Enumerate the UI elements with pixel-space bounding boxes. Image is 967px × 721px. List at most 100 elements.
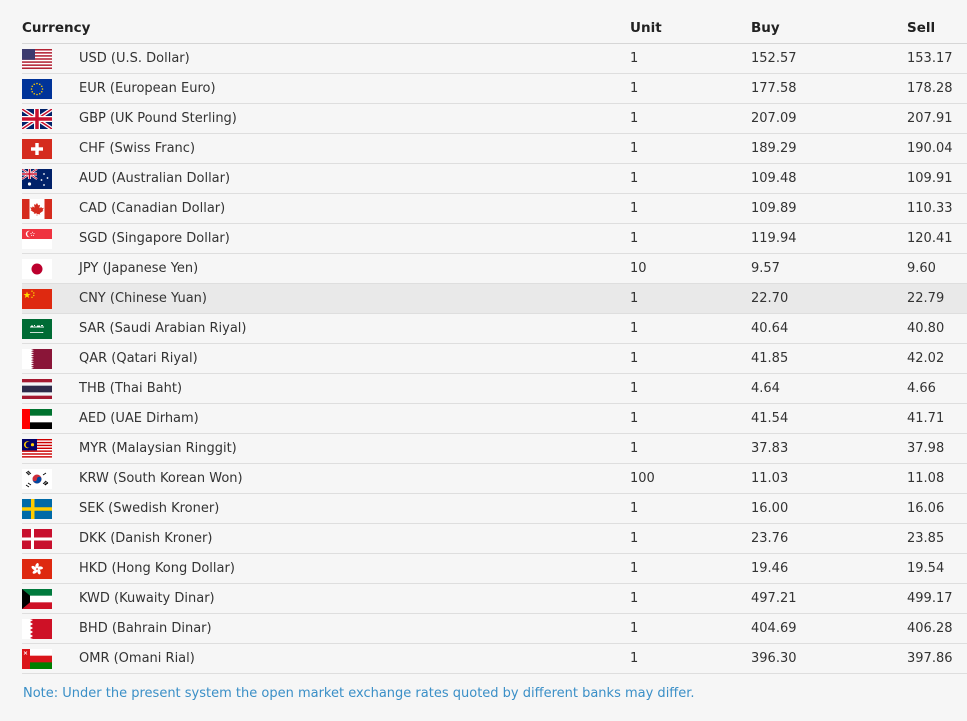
buy-rate-cell: 404.69 <box>751 613 907 644</box>
currency-name-cell: CHF (Swiss Franc) <box>79 133 630 164</box>
currency-name-cell: KRW (South Korean Won) <box>79 463 630 494</box>
currency-name-cell: HKD (Hong Kong Dollar) <box>79 553 630 584</box>
flag-cell <box>22 613 79 644</box>
sell-rate-cell: 11.08 <box>907 463 967 494</box>
south-korea-flag-icon <box>22 468 52 489</box>
buy-rate-cell: 152.57 <box>751 43 907 74</box>
flag-cell <box>22 553 79 584</box>
table-row: GBP (UK Pound Sterling) 1 207.09 207.91 <box>22 103 967 134</box>
unit-cell: 1 <box>630 493 751 524</box>
unit-cell: 1 <box>630 343 751 374</box>
buy-rate-cell: 37.83 <box>751 433 907 464</box>
australia-flag-icon <box>22 168 52 189</box>
buy-rate-cell: 189.29 <box>751 133 907 164</box>
sell-column-header: Sell <box>907 13 967 44</box>
buy-rate-cell: 396.30 <box>751 643 907 674</box>
table-row: SAR (Saudi Arabian Riyal) 1 40.64 40.80 <box>22 313 967 344</box>
bahrain-flag-icon <box>22 618 52 639</box>
buy-rate-cell: 41.54 <box>751 403 907 434</box>
buy-rate-cell: 109.48 <box>751 163 907 194</box>
table-row: BHD (Bahrain Dinar) 1 404.69 406.28 <box>22 613 967 644</box>
table-row: CNY (Chinese Yuan) 1 22.70 22.79 <box>22 283 967 314</box>
flag-cell <box>22 163 79 194</box>
table-row: AUD (Australian Dollar) 1 109.48 109.91 <box>22 163 967 194</box>
uae-flag-icon <box>22 408 52 429</box>
sell-rate-cell: 4.66 <box>907 373 967 404</box>
table-row: THB (Thai Baht) 1 4.64 4.66 <box>22 373 967 404</box>
unit-cell: 1 <box>630 73 751 104</box>
table-row: CHF (Swiss Franc) 1 189.29 190.04 <box>22 133 967 164</box>
unit-cell: 100 <box>630 463 751 494</box>
currency-name-cell: OMR (Omani Rial) <box>79 643 630 674</box>
flag-cell <box>22 463 79 494</box>
unit-cell: 1 <box>630 313 751 344</box>
currency-name-cell: JPY (Japanese Yen) <box>79 253 630 284</box>
swiss-flag-icon <box>22 138 52 159</box>
sell-rate-cell: 23.85 <box>907 523 967 554</box>
unit-cell: 1 <box>630 133 751 164</box>
table-row: OMR (Omani Rial) 1 396.30 397.86 <box>22 643 967 674</box>
unit-cell: 1 <box>630 283 751 314</box>
buy-rate-cell: 497.21 <box>751 583 907 614</box>
flag-cell <box>22 583 79 614</box>
flag-cell <box>22 523 79 554</box>
sell-rate-cell: 19.54 <box>907 553 967 584</box>
currency-name-cell: QAR (Qatari Riyal) <box>79 343 630 374</box>
currency-name-cell: KWD (Kuwaity Dinar) <box>79 583 630 614</box>
sell-rate-cell: 153.17 <box>907 43 967 74</box>
table-header: Currency Unit Buy Sell <box>22 13 967 44</box>
table-row: KWD (Kuwaity Dinar) 1 497.21 499.17 <box>22 583 967 614</box>
us-flag-icon <box>22 48 52 69</box>
table-row: HKD (Hong Kong Dollar) 1 19.46 19.54 <box>22 553 967 584</box>
table-row: USD (U.S. Dollar) 1 152.57 153.17 <box>22 43 967 74</box>
flag-cell <box>22 283 79 314</box>
buy-rate-cell: 23.76 <box>751 523 907 554</box>
table-row: JPY (Japanese Yen) 10 9.57 9.60 <box>22 253 967 284</box>
flag-cell <box>22 43 79 74</box>
sell-rate-cell: 120.41 <box>907 223 967 254</box>
table-row: DKK (Danish Kroner) 1 23.76 23.85 <box>22 523 967 554</box>
flag-cell <box>22 343 79 374</box>
qatar-flag-icon <box>22 348 52 369</box>
flag-cell <box>22 133 79 164</box>
buy-rate-cell: 177.58 <box>751 73 907 104</box>
sell-rate-cell: 16.06 <box>907 493 967 524</box>
currency-column-header: Currency <box>22 13 630 44</box>
currency-name-cell: AED (UAE Dirham) <box>79 403 630 434</box>
sell-rate-cell: 42.02 <box>907 343 967 374</box>
malaysia-flag-icon <box>22 438 52 459</box>
unit-cell: 1 <box>630 613 751 644</box>
singapore-flag-icon <box>22 228 52 249</box>
sell-rate-cell: 178.28 <box>907 73 967 104</box>
table-row: EUR (European Euro) 1 177.58 178.28 <box>22 73 967 104</box>
flag-cell <box>22 103 79 134</box>
sell-rate-cell: 109.91 <box>907 163 967 194</box>
sell-rate-cell: 190.04 <box>907 133 967 164</box>
canada-flag-icon <box>22 198 52 219</box>
uk-flag-icon <box>22 108 52 129</box>
currency-name-cell: DKK (Danish Kroner) <box>79 523 630 554</box>
flag-cell <box>22 223 79 254</box>
sell-rate-cell: 397.86 <box>907 643 967 674</box>
unit-cell: 1 <box>630 103 751 134</box>
flag-cell <box>22 403 79 434</box>
currency-name-cell: GBP (UK Pound Sterling) <box>79 103 630 134</box>
table-body: USD (U.S. Dollar) 1 152.57 153.17 EUR (Europ… <box>22 43 967 674</box>
unit-cell: 10 <box>630 253 751 284</box>
currency-name-cell: USD (U.S. Dollar) <box>79 43 630 74</box>
buy-rate-cell: 207.09 <box>751 103 907 134</box>
oman-flag-icon <box>22 648 52 669</box>
buy-rate-cell: 41.85 <box>751 343 907 374</box>
sell-rate-cell: 499.17 <box>907 583 967 614</box>
buy-rate-cell: 4.64 <box>751 373 907 404</box>
sell-rate-cell: 110.33 <box>907 193 967 224</box>
table-row: AED (UAE Dirham) 1 41.54 41.71 <box>22 403 967 434</box>
table-row: SGD (Singapore Dollar) 1 119.94 120.41 <box>22 223 967 254</box>
unit-column-header: Unit <box>630 13 751 44</box>
unit-cell: 1 <box>630 373 751 404</box>
buy-rate-cell: 11.03 <box>751 463 907 494</box>
sell-rate-cell: 37.98 <box>907 433 967 464</box>
currency-name-cell: THB (Thai Baht) <box>79 373 630 404</box>
sell-rate-cell: 22.79 <box>907 283 967 314</box>
unit-cell: 1 <box>630 523 751 554</box>
